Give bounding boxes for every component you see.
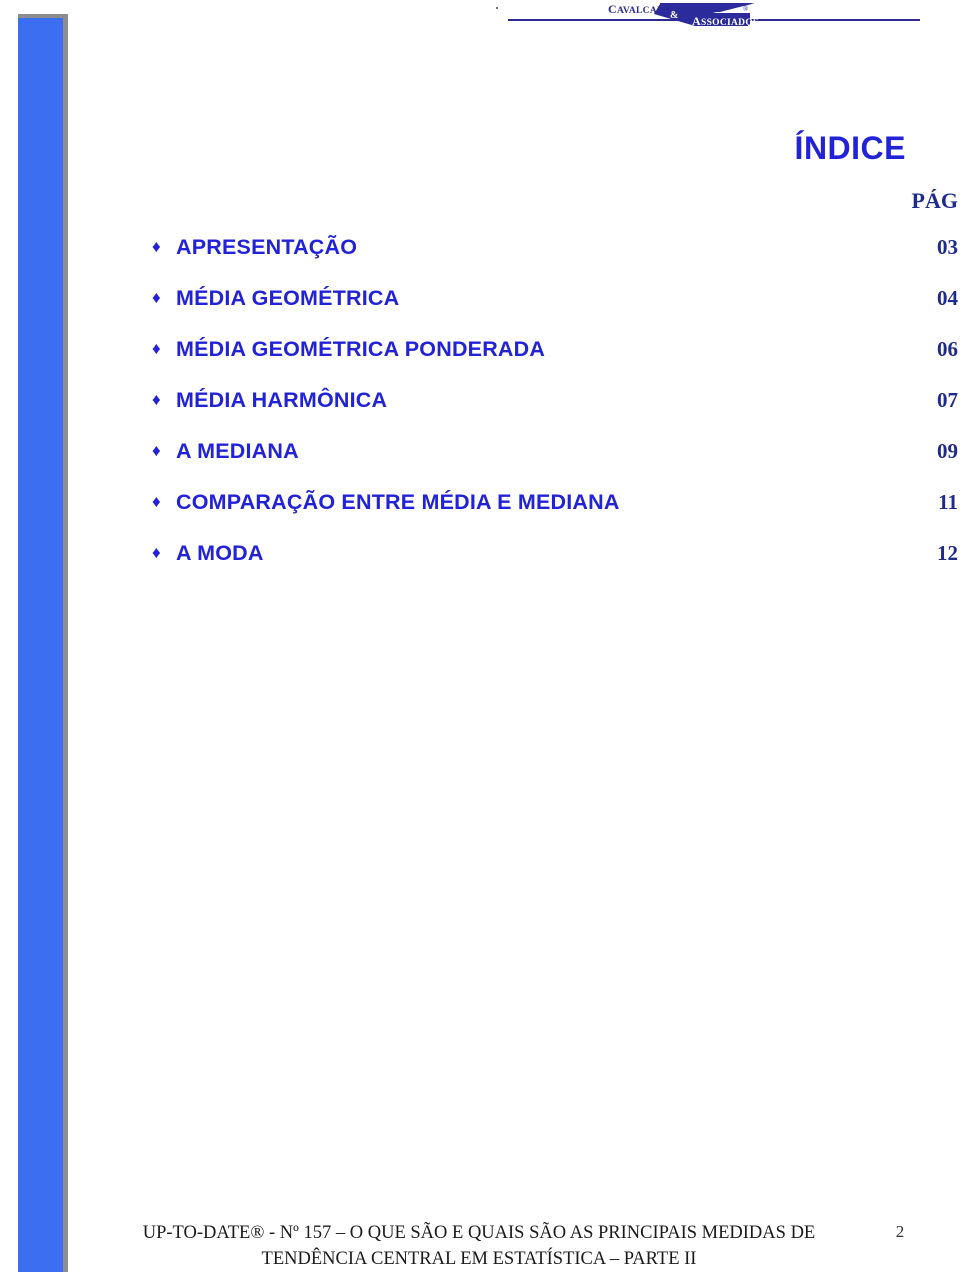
page-column-header: PÁG xyxy=(911,188,958,213)
list-item-label: A MEDIANA xyxy=(176,439,299,463)
list-item[interactable]: ♦ COMPARAÇÃO ENTRE MÉDIA E MEDIANA 11 xyxy=(150,489,958,540)
diamond-bullet-icon: ♦ xyxy=(152,441,161,460)
list-item[interactable]: ♦ A MEDIANA 09 xyxy=(150,438,958,489)
svg-text:®: ® xyxy=(743,5,749,13)
list-item-page-number: 03 xyxy=(937,235,958,259)
list-item[interactable]: ♦ MÉDIA HARMÔNICA 07 xyxy=(150,387,958,438)
svg-text:AVALCANTE: AVALCANTE xyxy=(617,6,677,16)
footer-title: UP-TO-DATE® - Nº 157 – O QUE SÃO E QUAIS… xyxy=(118,1220,840,1272)
diamond-bullet-icon: ♦ xyxy=(152,492,161,511)
diamond-bullet-icon: ♦ xyxy=(152,288,161,307)
svg-text:C: C xyxy=(608,2,617,16)
svg-text:&: & xyxy=(670,10,678,21)
list-item[interactable]: ♦ APRESENTAÇÃO 03 xyxy=(150,234,958,285)
list-item-page-number: 11 xyxy=(938,490,958,514)
list-item-label: APRESENTAÇÃO xyxy=(176,235,358,259)
company-logo: C AVALCANTE & A SSOCIADOS ® xyxy=(600,0,800,34)
page-header: C AVALCANTE & A SSOCIADOS ® xyxy=(0,0,960,48)
list-item[interactable]: ♦ MÉDIA GEOMÉTRICA PONDERADA 06 xyxy=(150,336,958,387)
footer-line-2: TENDÊNCIA CENTRAL EM ESTATÍSTICA – PARTE… xyxy=(261,1249,697,1269)
list-item[interactable]: ♦ MÉDIA GEOMÉTRICA 04 xyxy=(150,285,958,336)
footer-page-number: 2 xyxy=(895,1222,905,1241)
page-footer: UP-TO-DATE® - Nº 157 – O QUE SÃO E QUAIS… xyxy=(0,1212,960,1282)
list-item-page-number: 07 xyxy=(937,388,958,412)
footer-line-1: UP-TO-DATE® - Nº 157 – O QUE SÃO E QUAIS… xyxy=(142,1223,816,1243)
diamond-bullet-icon: ♦ xyxy=(152,543,161,562)
table-of-contents: ♦ APRESENTAÇÃO 03 ♦ MÉDIA GEOMÉTRICA 04 … xyxy=(150,234,958,591)
list-item-label: COMPARAÇÃO ENTRE MÉDIA E MEDIANA xyxy=(176,490,620,514)
diamond-bullet-icon: ♦ xyxy=(152,390,161,409)
list-item-page-number: 06 xyxy=(937,337,958,361)
diamond-bullet-icon: ♦ xyxy=(152,237,161,256)
header-dot-mark xyxy=(496,7,498,9)
svg-text:A: A xyxy=(692,14,701,28)
list-item-page-number: 12 xyxy=(937,541,958,565)
list-item-label: MÉDIA GEOMÉTRICA xyxy=(176,286,400,310)
list-item[interactable]: ♦ A MODA 12 xyxy=(150,540,958,591)
list-item-label: A MODA xyxy=(176,541,264,565)
svg-text:SSOCIADOS: SSOCIADOS xyxy=(701,18,759,28)
diamond-bullet-icon: ♦ xyxy=(152,339,161,358)
list-item-label: MÉDIA HARMÔNICA xyxy=(176,388,388,412)
page-title: ÍNDICE xyxy=(794,130,906,166)
list-item-page-number: 04 xyxy=(937,286,958,310)
list-item-page-number: 09 xyxy=(937,439,958,463)
list-item-label: MÉDIA GEOMÉTRICA PONDERADA xyxy=(176,337,546,361)
